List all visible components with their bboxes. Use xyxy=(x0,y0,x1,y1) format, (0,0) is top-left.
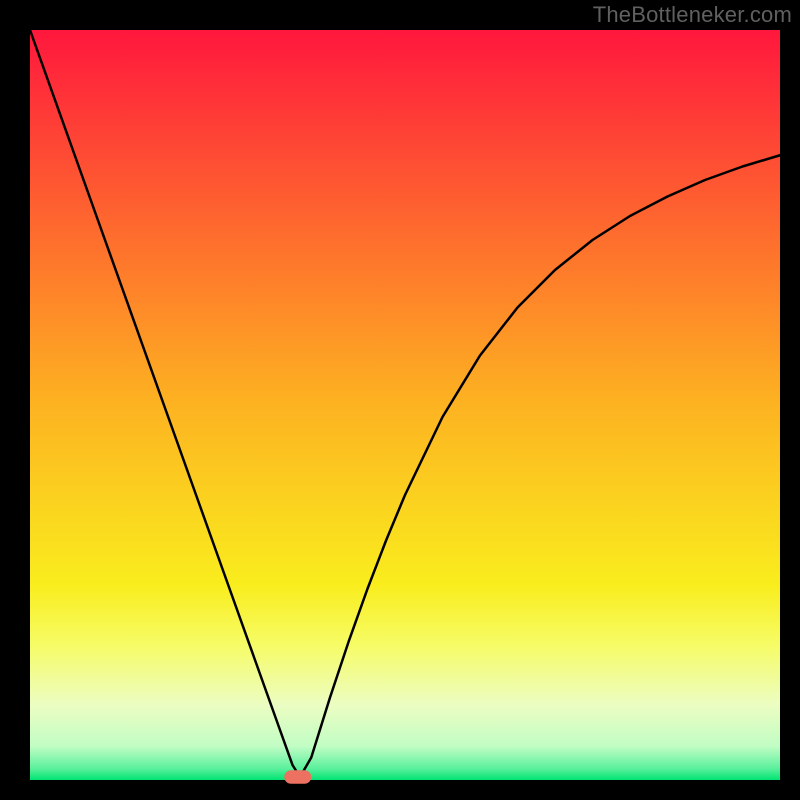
plot-background xyxy=(30,30,780,780)
chart-container: TheBottleneker.com xyxy=(0,0,800,800)
attribution-text: TheBottleneker.com xyxy=(593,2,792,28)
bottleneck-chart xyxy=(0,0,800,800)
optimal-marker xyxy=(284,770,311,784)
